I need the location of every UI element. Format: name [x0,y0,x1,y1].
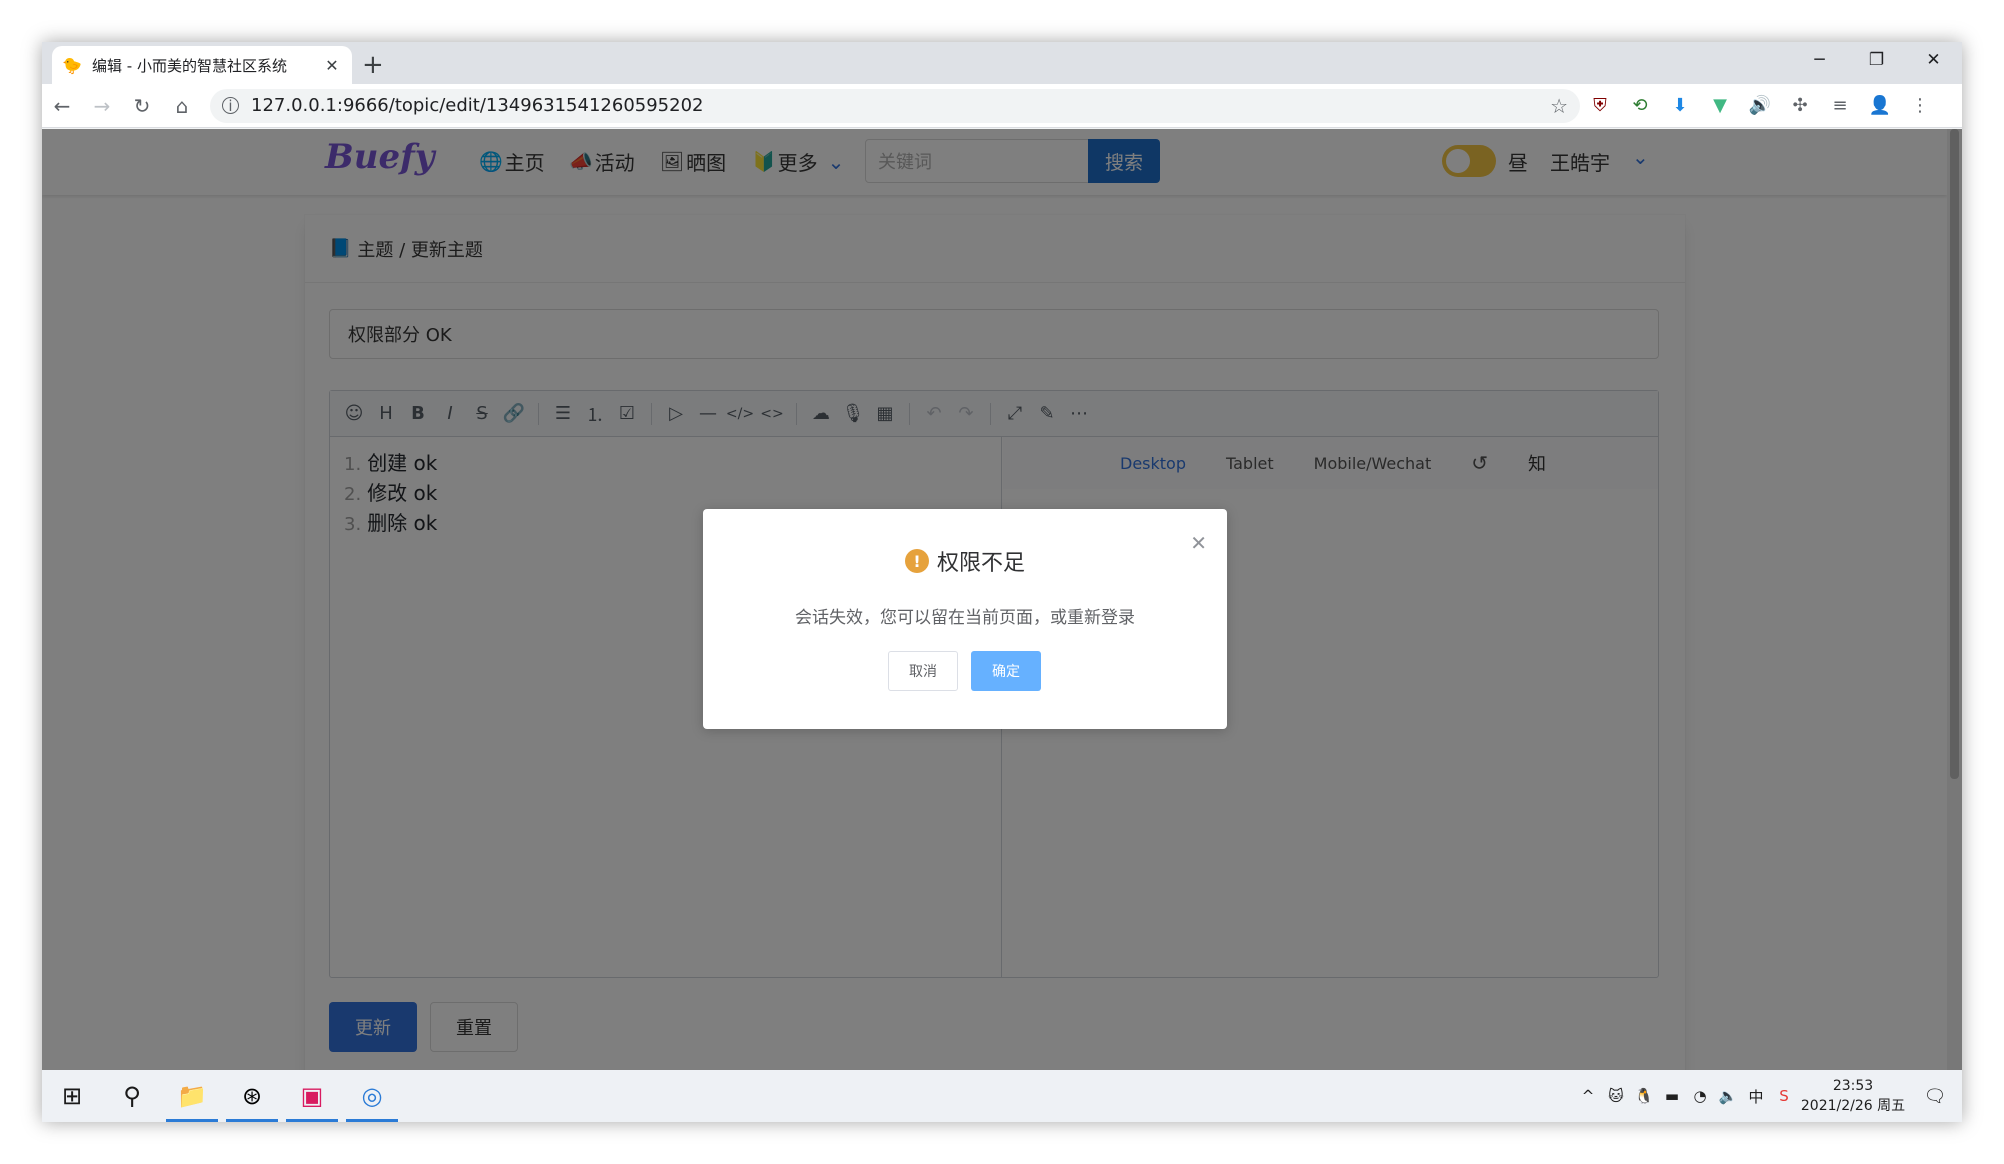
page-viewport: Buefy 🌐 主页 📣 活动 🖼 晒图 🔰 更多 ⌄ 关键词 搜索 [42,129,1962,1070]
dialog-message: 会话失效，您可以留在当前页面，或重新登录 [795,608,1135,628]
notification-icon[interactable]: 🗨 [1908,1086,1962,1107]
windows-taskbar: ⊞ ⚲ 📁 ⊛ ▣ ◎ ^ 🐱 🐧 ▬ ◔ 🔈 中 S 23:53 2021/2… [42,1070,1962,1122]
extensions-puzzle-icon[interactable]: ✣ [1780,86,1820,126]
audio-extension-icon[interactable]: 🔊 [1740,86,1780,126]
tab-close-icon[interactable]: ✕ [322,56,342,75]
ublock-extension-icon[interactable]: ⛨ [1580,86,1620,126]
confirm-button[interactable]: 确定 [971,651,1041,691]
url-text[interactable]: 127.0.0.1:9666/topic/edit/13496315412605… [251,95,1550,116]
volume-icon[interactable]: 🔈 [1714,1070,1742,1122]
app-icon[interactable]: ◎ [342,1070,402,1122]
bookmark-star-icon[interactable]: ☆ [1550,94,1568,118]
system-clock[interactable]: 23:53 2021/2/26 周五 [1798,1076,1908,1116]
warning-icon: ! [904,549,929,573]
qq-icon[interactable]: 🐧 [1630,1070,1658,1122]
site-info-icon[interactable]: i [222,97,239,115]
wifi-icon[interactable]: ◔ [1686,1070,1714,1122]
cancel-button[interactable]: 取消 [888,651,958,691]
reading-list-icon[interactable]: ≡ [1820,86,1860,126]
dialog-title: ! 权限不足 [703,545,1227,577]
dialog-title-text: 权限不足 [936,551,1025,576]
browser-menu-icon[interactable]: ⋮ [1900,86,1940,126]
windows-start-icon[interactable]: ⊞ [42,1070,102,1122]
browser-tab[interactable]: 🐤 编辑 - 小而美的智慧社区系统 ✕ [52,46,352,84]
search-icon[interactable]: ⚲ [102,1070,162,1122]
restore-icon[interactable]: ❐ [1848,42,1905,78]
show-hidden-icon[interactable]: ^ [1574,1070,1602,1122]
close-window-icon[interactable]: ✕ [1905,42,1962,78]
minimize-icon[interactable]: ─ [1791,42,1848,78]
clock-time: 23:53 [1832,1078,1874,1094]
tab-title: 编辑 - 小而美的智慧社区系统 [92,56,287,75]
intellij-icon[interactable]: ▣ [282,1070,342,1122]
reload-icon[interactable]: ↻ [122,86,162,126]
battery-icon[interactable]: ▬ [1658,1070,1686,1122]
back-icon[interactable]: ← [42,86,82,126]
home-icon[interactable]: ⌂ [162,86,202,126]
ime-indicator[interactable]: 中 [1742,1070,1770,1122]
system-tray: ^ 🐱 🐧 ▬ ◔ 🔈 中 S 23:53 2021/2/26 周五 🗨 [1574,1070,1962,1122]
window-controls: ─ ❐ ✕ [1791,42,1962,78]
permission-dialog: ✕ ! 权限不足 会话失效，您可以留在当前页面，或重新登录 取消 确定 [703,509,1227,729]
new-tab-button[interactable]: + [362,50,384,80]
address-bar[interactable]: i 127.0.0.1:9666/topic/edit/134963154126… [210,88,1580,123]
clock-date: 2021/2/26 周五 [1800,1098,1906,1114]
sogou-icon[interactable]: S [1770,1070,1798,1122]
vue-devtools-icon[interactable]: ▼ [1700,86,1740,126]
browser-toolbar: ← → ↻ ⌂ i 127.0.0.1:9666/topic/edit/1349… [42,84,1962,128]
forward-icon[interactable]: → [82,86,122,126]
file-explorer-icon[interactable]: 📁 [162,1070,222,1122]
chrome-icon[interactable]: ⊛ [222,1070,282,1122]
browser-window: 🐤 编辑 - 小而美的智慧社区系统 ✕ + ─ ❐ ✕ ← → ↻ ⌂ i 12… [42,42,1962,1122]
tab-strip: 🐤 编辑 - 小而美的智慧社区系统 ✕ + ─ ❐ ✕ [42,42,1962,84]
cat-app-icon[interactable]: 🐱 [1602,1070,1630,1122]
download-extension-icon[interactable]: ⬇ [1660,86,1700,126]
bird-favicon-icon: 🐤 [62,55,82,75]
green-extension-icon[interactable]: ⟲ [1620,86,1660,126]
profile-avatar[interactable]: 👤 [1860,86,1900,126]
